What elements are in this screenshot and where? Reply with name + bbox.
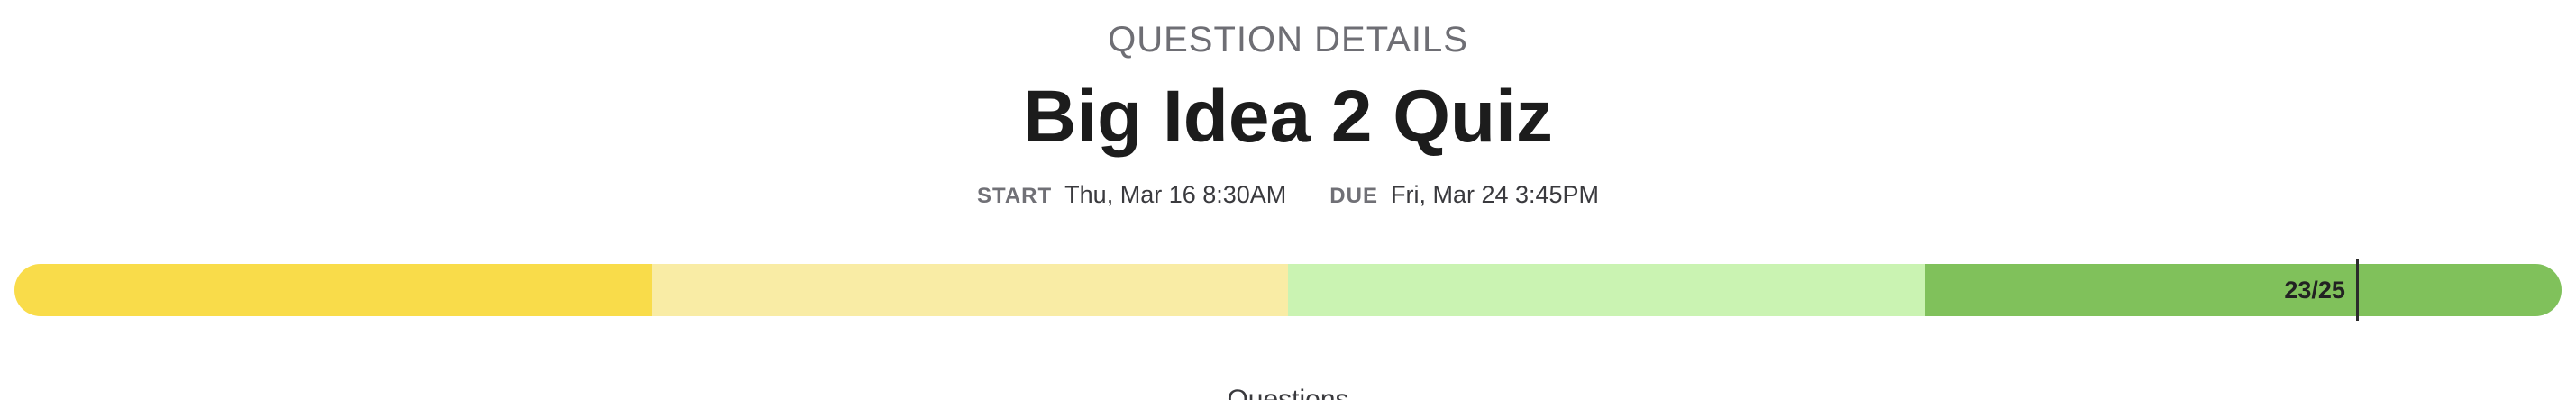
quiz-title: Big Idea 2 Quiz	[1023, 76, 1553, 158]
score-band-4	[1924, 264, 2562, 316]
due-date: DUE Fri, Mar 24 3:45PM	[1329, 177, 1599, 214]
question-details-page: QUESTION DETAILS Big Idea 2 Quiz START T…	[0, 0, 2576, 400]
start-date: START Thu, Mar 16 8:30AM	[977, 177, 1286, 214]
due-date-label: DUE	[1329, 184, 1378, 208]
score-band-3	[1288, 264, 1925, 316]
score-marker	[2356, 259, 2360, 321]
score-progress-bar	[14, 264, 2562, 316]
start-date-value: Thu, Mar 16 8:30AM	[1064, 181, 1287, 208]
score-label: 23/25	[2284, 277, 2345, 304]
score-band-1	[14, 264, 652, 316]
score-band-2	[651, 264, 1288, 316]
date-row: START Thu, Mar 16 8:30AM DUE Fri, Mar 24…	[0, 177, 2576, 214]
questions-heading: Questions	[1227, 385, 1349, 400]
section-label: QUESTION DETAILS	[1108, 20, 1468, 59]
due-date-value: Fri, Mar 24 3:45PM	[1390, 181, 1600, 208]
start-date-label: START	[976, 184, 1053, 208]
